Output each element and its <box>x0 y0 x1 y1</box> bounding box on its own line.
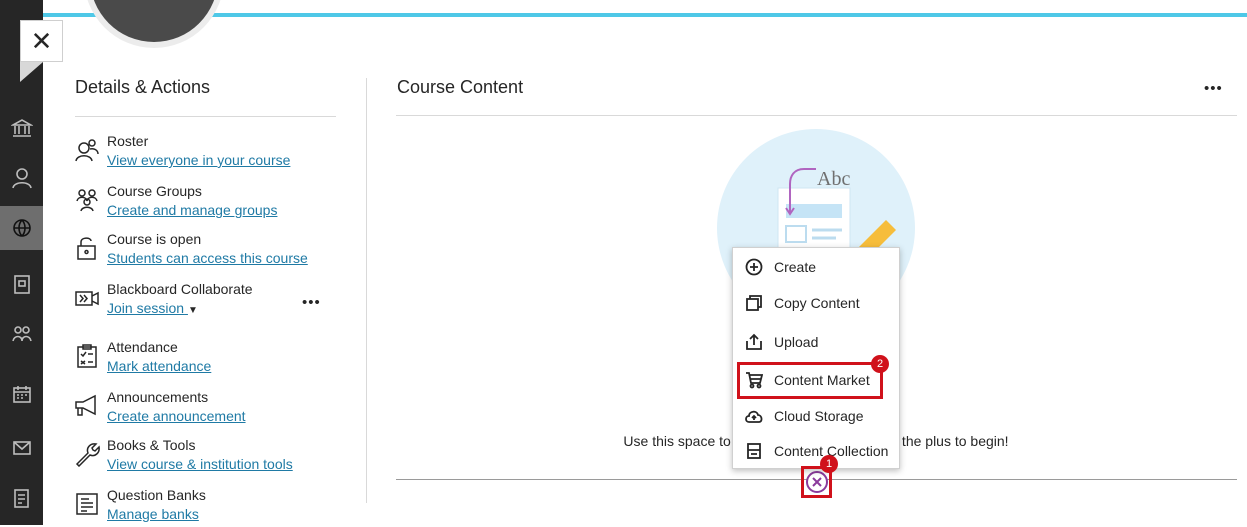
action-attendance: Attendance Mark attendance <box>72 339 352 379</box>
question-bank-icon <box>74 491 100 517</box>
attendance-title: Attendance <box>107 339 178 355</box>
announcements-title: Announcements <box>107 389 209 405</box>
course-banner-avatar <box>84 0 224 48</box>
action-question-banks: Question Banks Manage banks <box>72 487 352 527</box>
course-groups-title: Course Groups <box>107 183 202 199</box>
content-divider <box>396 115 1237 116</box>
roster-icon <box>74 137 100 163</box>
menu-item-copy-content[interactable]: Copy Content <box>733 285 901 321</box>
plus-circle-icon <box>744 257 764 277</box>
close-icon: ✕ <box>30 25 53 56</box>
course-groups-link[interactable]: Create and manage groups <box>107 202 277 218</box>
organizations-icon[interactable] <box>0 262 43 306</box>
action-books-tools: Books & Tools View course & institution … <box>72 437 352 477</box>
collaborate-title: Blackboard Collaborate <box>107 281 253 297</box>
messages-icon[interactable] <box>0 426 43 470</box>
video-icon <box>74 285 100 311</box>
join-session-link[interactable]: Join session ▼ <box>107 300 198 316</box>
roster-link[interactable]: View everyone in your course <box>107 152 290 168</box>
collaborate-more-button[interactable]: ••• <box>302 294 321 311</box>
action-course-open: Course is open Students can access this … <box>72 231 352 271</box>
illustration-abc-text: Abc <box>817 168 850 190</box>
unlock-icon <box>74 235 100 261</box>
menu-item-label: Create <box>774 259 817 275</box>
megaphone-icon <box>74 393 100 419</box>
add-content-button[interactable] <box>806 471 828 493</box>
question-banks-title: Question Banks <box>107 487 206 503</box>
question-banks-link[interactable]: Manage banks <box>107 506 199 522</box>
step-badge-1: 1 <box>820 455 838 473</box>
course-content-more-button[interactable]: ••• <box>1204 80 1223 97</box>
books-tools-title: Books & Tools <box>107 437 196 453</box>
action-roster: Roster View everyone in your course <box>72 133 352 173</box>
announcements-link[interactable]: Create announcement <box>107 408 246 424</box>
course-accent-bar <box>43 13 1247 17</box>
menu-item-label: Content Market <box>774 372 870 388</box>
menu-item-label: Copy Content <box>774 295 860 311</box>
cloud-icon <box>744 406 764 426</box>
copy-icon <box>744 293 764 313</box>
course-open-link[interactable]: Students can access this course <box>107 250 308 266</box>
institution-icon[interactable] <box>0 106 43 150</box>
menu-item-label: Cloud Storage <box>774 408 864 424</box>
wrench-icon <box>74 441 100 468</box>
community-icon[interactable] <box>0 312 43 356</box>
menu-item-label: Upload <box>774 334 819 350</box>
attendance-link[interactable]: Mark attendance <box>107 358 211 374</box>
course-content-title: Course Content <box>397 77 524 97</box>
menu-item-content-collection[interactable]: Content Collection <box>733 433 901 469</box>
details-divider <box>75 116 336 117</box>
upload-icon <box>744 332 764 352</box>
menu-item-create[interactable]: Create <box>733 249 901 285</box>
collection-icon <box>744 441 764 461</box>
courses-globe-icon[interactable] <box>0 206 43 250</box>
chevron-down-icon: ▼ <box>187 305 198 316</box>
profile-icon[interactable] <box>0 156 43 200</box>
action-course-groups: Course Groups Create and manage groups <box>72 183 352 223</box>
roster-title: Roster <box>107 133 149 149</box>
action-announcements: Announcements Create announcement <box>72 389 352 429</box>
panel-divider <box>366 78 367 503</box>
close-button[interactable]: ✕ <box>20 20 63 62</box>
books-tools-link[interactable]: View course & institution tools <box>107 456 293 472</box>
course-open-title: Course is open <box>107 231 202 247</box>
grades-icon[interactable] <box>0 476 43 520</box>
details-actions-title: Details & Actions <box>75 77 211 97</box>
groups-icon <box>74 187 100 213</box>
cart-icon <box>744 370 764 390</box>
close-x-icon <box>812 477 822 487</box>
step-badge-2: 2 <box>871 355 889 373</box>
menu-item-cloud-storage[interactable]: Cloud Storage <box>733 398 901 434</box>
close-notch <box>20 62 43 82</box>
attendance-icon <box>74 343 100 369</box>
calendar-icon[interactable] <box>0 372 43 416</box>
